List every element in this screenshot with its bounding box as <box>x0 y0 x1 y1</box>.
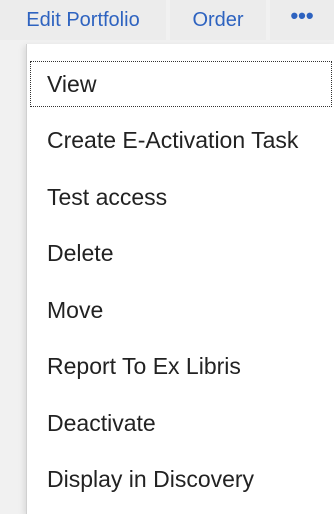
menu-item-test-access[interactable]: Test access <box>27 171 334 223</box>
more-actions-button[interactable]: ••• <box>270 0 334 40</box>
action-toolbar: Edit Portfolio Order ••• <box>0 0 334 40</box>
actions-dropdown-menu: View Create E-Activation Task Test acces… <box>26 44 334 514</box>
menu-item-deactivate[interactable]: Deactivate <box>27 397 334 449</box>
menu-item-delete[interactable]: Delete <box>27 227 334 279</box>
menu-item-report-to-ex-libris[interactable]: Report To Ex Libris <box>27 340 334 392</box>
edit-portfolio-button[interactable]: Edit Portfolio <box>0 0 166 40</box>
menu-item-view[interactable]: View <box>27 58 334 110</box>
more-dots-icon: ••• <box>290 3 314 28</box>
menu-item-move[interactable]: Move <box>27 284 334 336</box>
menu-item-display-in-discovery[interactable]: Display in Discovery <box>27 453 334 505</box>
menu-item-create-e-activation-task[interactable]: Create E-Activation Task <box>27 114 334 166</box>
order-button[interactable]: Order <box>170 0 266 40</box>
